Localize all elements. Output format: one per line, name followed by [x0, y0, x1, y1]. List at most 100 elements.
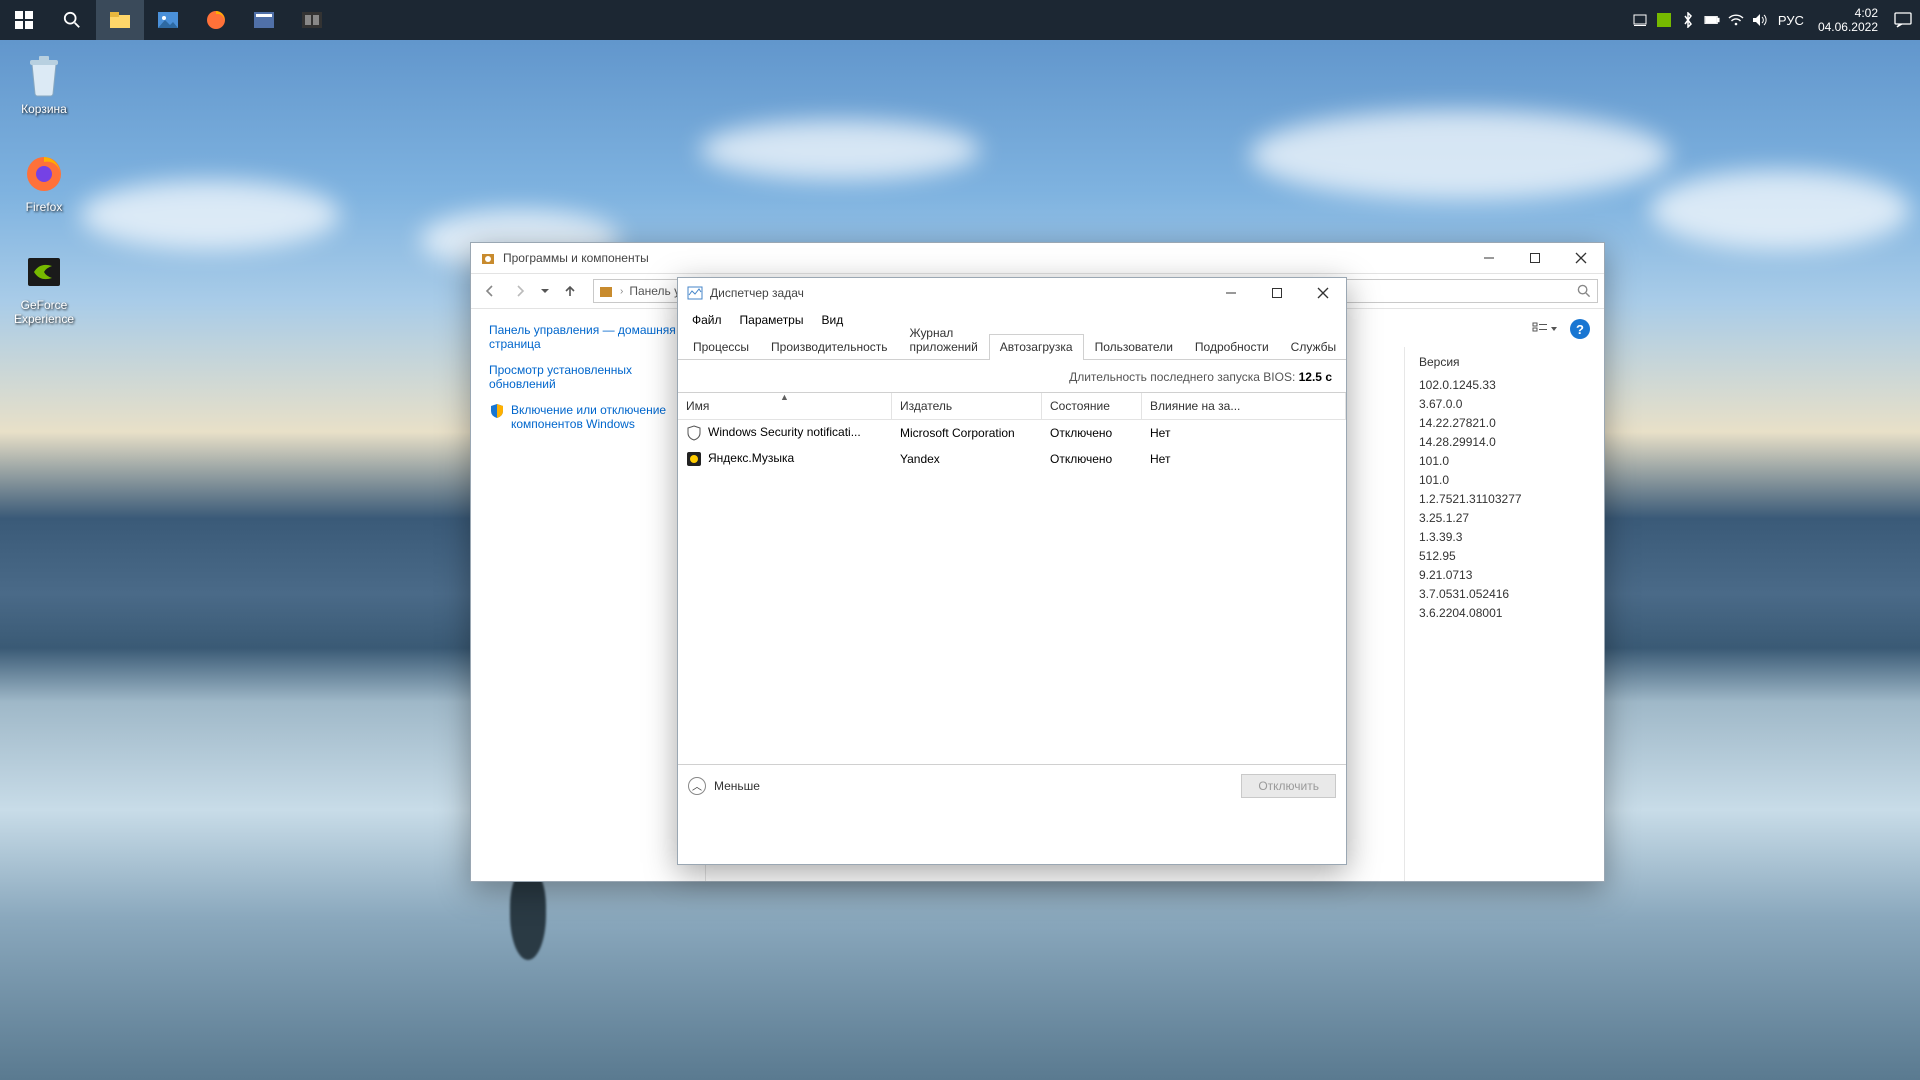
sidebar-view-updates[interactable]: Просмотр установленных обновлений [489, 363, 695, 391]
task-manager-tabs: Процессы Производительность Журнал прило… [678, 332, 1346, 360]
col-name[interactable]: ▲ Имя [678, 393, 892, 419]
desktop-icon-label: Firefox [2, 200, 86, 214]
app-icon [686, 425, 702, 441]
version-row[interactable]: 14.22.27821.0 [1419, 414, 1604, 433]
app-icon [686, 451, 702, 467]
tray-bluetooth-icon[interactable] [1676, 0, 1700, 40]
tray-nvidia-icon[interactable] [1652, 0, 1676, 40]
notifications-button[interactable] [1886, 0, 1920, 40]
tab-details[interactable]: Подробности [1184, 334, 1280, 360]
help-button[interactable]: ? [1570, 319, 1590, 339]
tab-startup[interactable]: Автозагрузка [989, 334, 1084, 360]
cloud [1650, 170, 1910, 250]
version-row[interactable]: 3.7.0531.052416 [1419, 585, 1604, 604]
desktop-icon-label: Корзина [2, 102, 86, 116]
desktop-icon-firefox[interactable]: Firefox [2, 152, 86, 214]
task-manager-title: Диспетчер задач [710, 286, 1208, 300]
clock-date: 04.06.2022 [1818, 20, 1878, 34]
cloud [80, 180, 340, 250]
maximize-button[interactable] [1254, 278, 1300, 308]
menu-file[interactable]: Файл [684, 310, 730, 330]
tab-performance[interactable]: Производительность [760, 334, 898, 360]
row-impact: Нет [1142, 447, 1346, 471]
programs-window-title: Программы и компоненты [503, 251, 1466, 265]
fewer-details-button[interactable]: ︿ Меньше [688, 777, 760, 795]
view-options-button[interactable] [1528, 317, 1562, 341]
minimize-button[interactable] [1466, 243, 1512, 273]
version-row[interactable]: 512.95 [1419, 547, 1604, 566]
close-button[interactable] [1300, 278, 1346, 308]
task-manager-icon [686, 284, 704, 302]
row-name: Windows Security notificati... [708, 425, 861, 439]
versions-header[interactable]: Версия [1419, 353, 1604, 372]
wallpaper-figure [510, 870, 546, 960]
table-row[interactable]: Яндекс.Музыка YandexОтключеноНет [678, 446, 1346, 472]
task-manager-footer: ︿ Меньше Отключить [678, 764, 1346, 806]
table-header: ▲ Имя Издатель Состояние Влияние на за..… [678, 393, 1346, 420]
taskbar-right: РУС 4:02 04.06.2022 [1628, 0, 1920, 40]
version-row[interactable]: 1.2.7521.31103277 [1419, 490, 1604, 509]
version-row[interactable]: 9.21.0713 [1419, 566, 1604, 585]
version-row[interactable]: 3.67.0.0 [1419, 395, 1604, 414]
row-publisher: Yandex [892, 447, 1042, 471]
search-button[interactable] [48, 0, 96, 40]
cloud [1250, 110, 1670, 200]
tray-show-desktop-icon[interactable] [1628, 0, 1652, 40]
menu-view[interactable]: Вид [813, 310, 851, 330]
version-row[interactable]: 101.0 [1419, 452, 1604, 471]
cloud [700, 120, 980, 180]
task-manager-titlebar[interactable]: Диспетчер задач [678, 278, 1346, 308]
col-status[interactable]: Состояние [1042, 393, 1142, 419]
taskbar-app-1[interactable] [240, 0, 288, 40]
clock-time: 4:02 [1818, 6, 1878, 20]
desktop-icon-recycle-bin[interactable]: Корзина [2, 54, 86, 116]
nav-up-button[interactable] [557, 278, 583, 304]
version-row[interactable]: 14.28.29914.0 [1419, 433, 1604, 452]
version-row[interactable]: 3.6.2204.08001 [1419, 604, 1604, 623]
tab-users[interactable]: Пользователи [1084, 334, 1184, 360]
row-status: Отключено [1042, 447, 1142, 471]
programs-sidebar: Панель управления — домашняя страница Пр… [471, 309, 705, 881]
taskbar-photos[interactable] [144, 0, 192, 40]
menu-options[interactable]: Параметры [732, 310, 812, 330]
taskbar-firefox[interactable] [192, 0, 240, 40]
tab-services[interactable]: Службы [1280, 334, 1347, 360]
desktop-icon-label: GeForce Experience [2, 298, 86, 326]
firefox-icon [22, 152, 66, 196]
nav-history-button[interactable] [537, 278, 553, 304]
taskbar-clock[interactable]: 4:02 04.06.2022 [1810, 6, 1886, 34]
programs-search-input[interactable] [1338, 279, 1598, 303]
tab-app-history[interactable]: Журнал приложений [899, 320, 989, 360]
task-manager-menubar: Файл Параметры Вид [678, 308, 1346, 332]
start-button[interactable] [0, 0, 48, 40]
version-row[interactable]: 3.25.1.27 [1419, 509, 1604, 528]
tray-language[interactable]: РУС [1772, 0, 1810, 40]
row-name: Яндекс.Музыка [708, 451, 794, 465]
close-button[interactable] [1558, 243, 1604, 273]
tray-volume-icon[interactable] [1748, 0, 1772, 40]
nav-forward-button[interactable] [507, 278, 533, 304]
version-row[interactable]: 102.0.1245.33 [1419, 376, 1604, 395]
sidebar-windows-features[interactable]: Включение или отключение компонентов Win… [511, 403, 695, 431]
sort-asc-icon: ▲ [780, 392, 789, 402]
version-row[interactable]: 1.3.39.3 [1419, 528, 1604, 547]
chevron-right-icon: › [620, 286, 623, 297]
version-row[interactable]: 101.0 [1419, 471, 1604, 490]
tab-processes[interactable]: Процессы [682, 334, 760, 360]
table-row[interactable]: Windows Security notificati...Microsoft … [678, 420, 1346, 446]
tray-battery-icon[interactable] [1700, 0, 1724, 40]
disable-button[interactable]: Отключить [1241, 774, 1336, 798]
taskbar-explorer[interactable] [96, 0, 144, 40]
col-impact[interactable]: Влияние на за... [1142, 393, 1346, 419]
chevron-up-icon: ︿ [688, 777, 706, 795]
maximize-button[interactable] [1512, 243, 1558, 273]
taskbar-app-2[interactable] [288, 0, 336, 40]
sidebar-control-panel-home[interactable]: Панель управления — домашняя страница [489, 323, 695, 351]
programs-window-icon [479, 249, 497, 267]
nav-back-button[interactable] [477, 278, 503, 304]
desktop-icon-geforce[interactable]: GeForce Experience [2, 250, 86, 326]
col-publisher[interactable]: Издатель [892, 393, 1042, 419]
programs-titlebar[interactable]: Программы и компоненты [471, 243, 1604, 273]
tray-wifi-icon[interactable] [1724, 0, 1748, 40]
minimize-button[interactable] [1208, 278, 1254, 308]
